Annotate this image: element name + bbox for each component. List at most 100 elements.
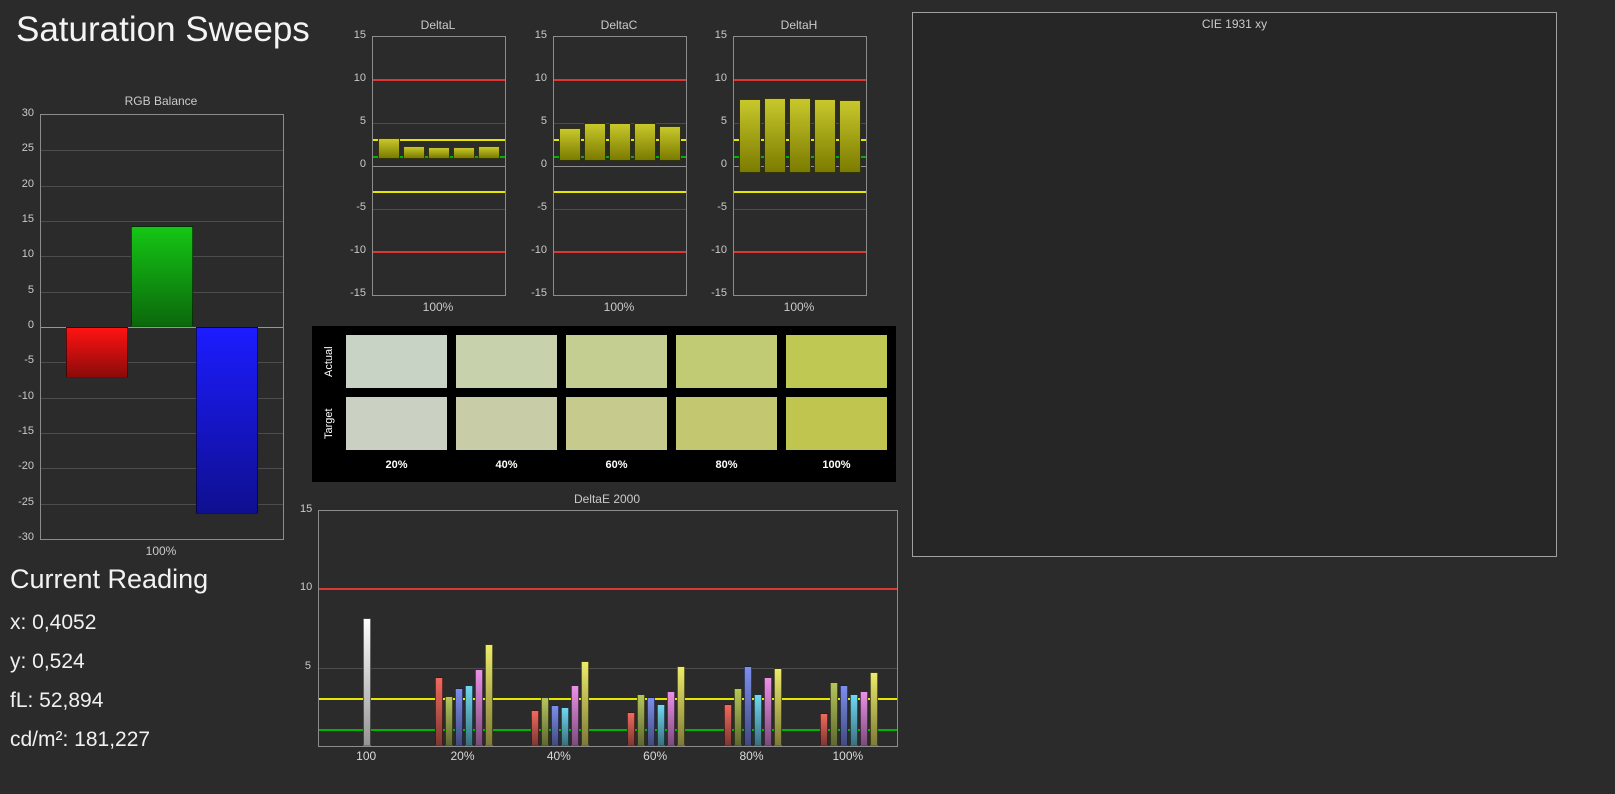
deltae-bar: [570, 684, 579, 746]
deltah-title: DeltaH: [780, 18, 818, 32]
target-swatch-20%: [346, 397, 447, 450]
deltae-chart: DeltaE 2000 15 10 5 100 20% 40% 60% 80% 100%: [300, 492, 900, 772]
deltae-bar: [580, 661, 589, 746]
deltae-bar: [849, 694, 858, 746]
deltal-x-label: 100%: [422, 300, 454, 314]
swatch-col-label: 40%: [495, 459, 518, 471]
delta-bar: [428, 147, 450, 160]
rgb-bar-red: [66, 327, 128, 378]
reading-fl: fL: 52,894: [10, 689, 104, 712]
swatch-col-label: 100%: [822, 459, 851, 471]
deltal-title: DeltaL: [420, 18, 456, 32]
deltae-title: DeltaE 2000: [573, 492, 641, 506]
delta-bar: [659, 126, 681, 161]
deltae-bar: [540, 697, 549, 746]
actual-swatch-40%: [456, 335, 557, 388]
deltae-bar: [753, 694, 762, 746]
deltae-bar: [869, 672, 878, 746]
deltae-bar: [530, 709, 539, 746]
deltae-bar: [647, 697, 656, 746]
deltae-bar: [454, 688, 463, 746]
deltal-y-axis: 15 10 5 0 -5 -10 -15: [350, 29, 366, 299]
delta-bar: [609, 123, 631, 161]
deltae-bar: [773, 667, 782, 746]
cie-diagram: [913, 13, 1558, 558]
deltae-bar: [627, 711, 636, 746]
target-swatch-100%: [786, 397, 887, 450]
actual-swatch-20%: [346, 335, 447, 388]
delta-bar: [478, 146, 500, 160]
deltae-bar: [464, 684, 473, 746]
deltae-bar: [829, 681, 838, 746]
deltae-bar: [819, 713, 828, 746]
swatch-col-label: 20%: [385, 459, 408, 471]
deltac-title: DeltaC: [600, 18, 638, 32]
deltae-bar: [637, 694, 646, 746]
deltae-bar: [763, 677, 772, 746]
deltae-bar: [363, 617, 372, 746]
deltae-bar: [474, 669, 483, 746]
reading-x: x: 0,4052: [10, 611, 97, 634]
reading-y: y: 0,524: [10, 650, 85, 673]
target-swatch-40%: [456, 397, 557, 450]
delta-bar: [378, 137, 400, 160]
delta-panel-3: DeltaH 15 10 5 0 -5 -10 -15 100%: [699, 18, 869, 314]
delta-bar: [789, 98, 811, 173]
target-swatch-60%: [566, 397, 667, 450]
cie-title: CIE 1931 xy: [1201, 17, 1268, 31]
deltac-x-label: 100%: [603, 300, 635, 314]
actual-swatch-60%: [566, 335, 667, 388]
delta-bar: [814, 98, 836, 173]
deltae-bar: [434, 677, 443, 746]
delta-bar: [559, 128, 581, 161]
delta-bar: [739, 98, 761, 173]
deltae-bar: [484, 644, 493, 746]
delta-bar: [584, 123, 606, 161]
deltac-plot: [553, 36, 687, 296]
actual-swatch-100%: [786, 335, 887, 388]
deltae-bar: [859, 691, 868, 746]
deltae-plot: [318, 510, 898, 747]
deltae-bar: [444, 695, 453, 746]
target-swatch-80%: [676, 397, 777, 450]
delta-bar: [453, 147, 475, 160]
cie-1931-chart: CIE 1931 xy: [912, 12, 1557, 557]
actual-swatch-80%: [676, 335, 777, 388]
delta-panel-1: DeltaL 15 10 5 0 -5 -10 -15 100%: [338, 18, 508, 314]
delta-bar: [839, 99, 861, 173]
swatch-row-label-target: Target: [323, 408, 335, 439]
rgb-bar-green: [131, 225, 193, 327]
page-title: Saturation Sweeps: [16, 10, 310, 49]
reading-cdm: cd/m²: 181,227: [10, 728, 151, 751]
swatch-col-label: 60%: [605, 459, 628, 471]
deltae-bar: [657, 703, 666, 746]
deltae-bar: [743, 666, 752, 746]
deltae-bar: [677, 666, 686, 746]
deltae-bar: [560, 706, 569, 746]
delta-bar: [403, 146, 425, 160]
swatch-col-label: 80%: [715, 459, 738, 471]
swatch-row-label-actual: Actual: [323, 346, 335, 377]
deltah-y-axis: 15 10 5 0 -5 -10 -15: [711, 29, 727, 299]
rgb-balance-chart: RGB Balance 30 25 20 15 10 5 0 -5 -10 -15 -20 -25 -3…: [8, 94, 284, 568]
current-reading: Current Reading x: 0,4052 y: 0,524 fL: 52,…: [10, 564, 208, 759]
deltae-bar: [839, 684, 848, 746]
deltae-bar: [550, 705, 559, 746]
deltae-bar: [733, 688, 742, 746]
rgb-balance-plot: [40, 114, 284, 540]
deltac-y-axis: 15 10 5 0 -5 -10 -15: [531, 29, 547, 299]
swatch-grid: Actual Target 20% 40% 60% 80% 100%: [312, 326, 896, 482]
current-reading-lines: x: 0,4052 y: 0,524 fL: 52,894 cd/m²: 181,22…: [10, 603, 208, 759]
deltah-plot: [733, 36, 867, 296]
swatch-comparison: Actual Target 20% 40% 60% 80% 100%: [312, 326, 896, 482]
deltah-x-label: 100%: [783, 300, 815, 314]
delta-bar: [634, 123, 656, 161]
deltae-bar: [667, 691, 676, 746]
rgb-balance-title: RGB Balance: [124, 94, 198, 108]
delta-bar: [764, 98, 786, 173]
rgb-bar-blue: [196, 327, 258, 514]
deltae-x-ticks: 100 20% 40% 60% 80% 100%: [356, 749, 864, 763]
deltal-plot: [372, 36, 506, 296]
rgb-balance-x-label: 100%: [145, 544, 177, 558]
current-reading-heading: Current Reading: [10, 564, 209, 594]
